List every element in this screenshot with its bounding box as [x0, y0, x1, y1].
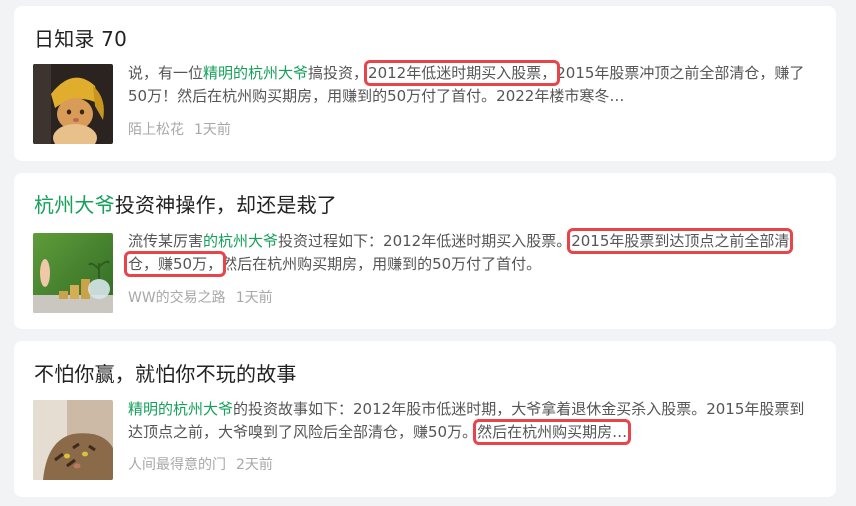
author-name[interactable]: 人间最得意的门 — [128, 457, 226, 473]
thumbnail-cat-image[interactable] — [33, 64, 113, 144]
title-text: 投资神操作，却还是栽了 — [114, 193, 338, 217]
author-name[interactable]: WW的交易之路 — [128, 290, 226, 306]
title-keyword-highlight: 杭州大爷 — [34, 193, 115, 217]
thumbnail-cat-image[interactable] — [33, 400, 113, 480]
timestamp: 1天前 — [194, 122, 231, 138]
snippet-text: 搞投资， — [308, 64, 369, 82]
snippet-text: 然后在杭州购买期房，用赚到的50万付了首付。 — [222, 255, 542, 273]
card-title[interactable]: 杭州大爷投资神操作，却还是栽了 — [34, 192, 337, 218]
timestamp: 1天前 — [235, 290, 273, 306]
card-title[interactable]: 不怕你赢，就怕你不玩的故事 — [34, 361, 297, 387]
card-meta: WW的交易之路 1天前 — [128, 288, 273, 308]
card-meta: 陌上松花 1天前 — [128, 120, 231, 140]
red-annotation-box: 然后在杭州购买期房… — [473, 419, 632, 445]
snippet-text: 投资过程如下：2012年低迷时期买入股票。 — [278, 232, 572, 250]
result-card[interactable]: 杭州大爷投资神操作，却还是栽了 流传某厉害的杭州大爷投资过程如下：2012年低迷… — [14, 173, 836, 329]
snippet-text: 流传某厉害 — [128, 232, 204, 250]
author-name[interactable]: 陌上松花 — [128, 122, 184, 138]
keyword-highlight: 的杭州大爷 — [203, 232, 279, 250]
snippet-text: 说，有一位 — [128, 64, 204, 82]
card-title[interactable]: 日知录 70 — [34, 26, 127, 52]
timestamp: 2天前 — [236, 457, 273, 473]
card-snippet: 流传某厉害的杭州大爷投资过程如下：2012年低迷时期买入股票。2015年股票到达… — [123, 228, 806, 277]
red-annotation-box: 2012年低迷时期买入股票， — [364, 60, 561, 86]
thumbnail-coins-plant-image[interactable] — [33, 233, 113, 313]
result-card[interactable]: 不怕你赢，就怕你不玩的故事 精明的杭州大爷的投资故事如下：2012年股市低迷时期… — [14, 341, 836, 497]
keyword-highlight: 精明的杭州大爷 — [128, 400, 234, 418]
card-snippet: 精明的杭州大爷的投资故事如下：2012年股市低迷时期，大爷拿着退休金买杀入股票。… — [128, 398, 806, 445]
result-card[interactable]: 日知录 70 说，有一位精明的杭州大爷搞投资，2012年低迷时期买入股票，201… — [14, 6, 836, 161]
card-meta: 人间最得意的门 2天前 — [128, 455, 273, 475]
card-snippet: 说，有一位精明的杭州大爷搞投资，2012年低迷时期买入股票，2015年股票冲顶之… — [128, 60, 806, 108]
keyword-highlight: 精明的杭州大爷 — [203, 64, 309, 82]
